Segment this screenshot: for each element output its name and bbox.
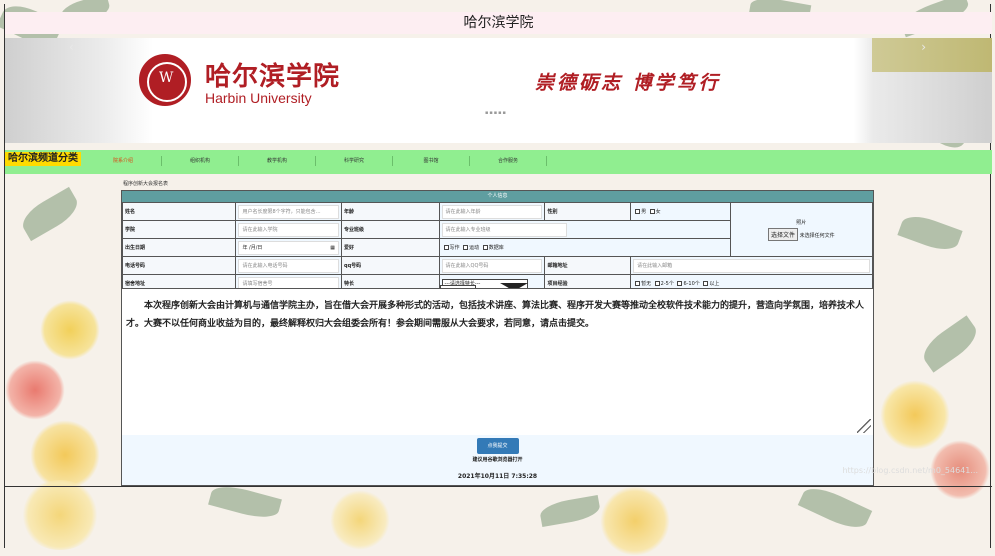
name-label: 姓名	[121, 202, 237, 221]
nav-item-teaching[interactable]: 教学机构	[239, 156, 316, 166]
age-input[interactable]: 请在此输入年龄	[441, 204, 543, 219]
watermark: https://blog.csdn.net/m0_54641...	[842, 466, 978, 475]
name-input[interactable]: 用户名长度限8个字符，只能包含…	[238, 204, 339, 219]
major-input[interactable]: 请在此输入专业班级	[441, 222, 567, 237]
submit-button[interactable]: 点我提交	[476, 438, 519, 454]
project-6-10-radio[interactable]	[677, 281, 683, 286]
logo-chinese: 哈尔滨学院	[205, 62, 341, 92]
banner-carousel: ‹ › W 哈尔滨学院 Harbin University 崇德砺志 博学笃行 …	[5, 38, 992, 143]
carousel-next-icon[interactable]: ›	[921, 40, 926, 54]
birth-date-input[interactable]: 年 /月/日 ▦	[238, 240, 339, 255]
gender-female-label: 女	[655, 209, 661, 215]
project-more-radio[interactable]	[703, 281, 709, 286]
form-table: 姓名 用户名长度限8个字符，只能包含… 年龄 请在此输入年龄 性别 男 女 照片…	[121, 202, 874, 293]
current-time: 2021年10月11日 7:35:28	[457, 473, 538, 480]
project-none-label: 暂无	[641, 281, 652, 287]
gender-male-label: 男	[641, 209, 647, 215]
browser-notice: 建议用谷歌浏览器打开	[472, 457, 523, 463]
gender-female-checkbox[interactable]	[649, 209, 655, 214]
project-more-label: 以上	[709, 281, 720, 287]
major-label: 专业班级	[340, 220, 440, 239]
logo-english: Harbin University	[205, 90, 312, 106]
gender-options: 男 女	[630, 202, 731, 221]
hobby-sports-checkbox[interactable]	[463, 245, 469, 250]
university-seal-icon: W	[139, 54, 191, 106]
carousel-prev-icon[interactable]: ‹	[69, 40, 74, 54]
calendar-icon[interactable]: ▦	[330, 242, 335, 254]
photo-label: 照片	[796, 219, 807, 226]
banner-side-block	[872, 38, 992, 72]
resize-handle-icon[interactable]	[857, 419, 871, 433]
university-motto: 崇德砺志 博学笃行	[535, 72, 721, 94]
breadcrumb: 程序创新大会报名表	[123, 181, 169, 187]
nav-item-organization[interactable]: 组织机构	[162, 156, 239, 166]
hobby-database-label: 数据库	[488, 245, 504, 251]
form-heading: 个人信息	[122, 191, 873, 202]
hobby-options: 写作 运动 数据库	[438, 238, 731, 257]
college-label: 学院	[121, 220, 237, 239]
qq-label: qq号码	[340, 256, 440, 275]
nav-item-library[interactable]: 图书馆	[393, 156, 470, 166]
age-label: 年龄	[340, 202, 440, 221]
registration-form: 个人信息 姓名 用户名长度限8个字符，只能包含… 年龄 请在此输入年龄 性别 男…	[121, 190, 874, 486]
footer-divider	[5, 486, 992, 487]
hobby-writing-checkbox[interactable]	[443, 245, 449, 250]
file-status: 未选择任何文件	[799, 232, 835, 239]
gender-label: 性别	[544, 202, 632, 221]
project-2-5-radio[interactable]	[654, 281, 660, 286]
project-6-10-label: 6-10个	[683, 281, 700, 287]
phone-input[interactable]: 请在此输入电话号码	[238, 258, 339, 273]
birth-label: 出生日期	[121, 238, 237, 257]
main-nav: 哈尔滨频道分类 院系介绍 组织机构 教学机构 科学研究 图书馆 合作服务	[5, 150, 992, 174]
page-title: 哈尔滨学院	[5, 12, 992, 34]
gender-male-checkbox[interactable]	[635, 209, 641, 214]
choose-file-button[interactable]: 选择文件	[768, 227, 799, 241]
project-none-radio[interactable]	[635, 281, 641, 286]
hobby-database-checkbox[interactable]	[482, 245, 488, 250]
college-input[interactable]: 请在此输入学院	[238, 222, 339, 237]
email-label: 邮箱地址	[544, 256, 632, 275]
hobby-writing-label: 写作	[449, 245, 460, 251]
nav-item-departments[interactable]: 院系介绍	[85, 156, 162, 166]
page-frame: 哈尔滨学院 ‹ › W 哈尔滨学院 Harbin University 崇德砺志…	[4, 4, 992, 548]
nav-item-cooperation[interactable]: 合作服务	[470, 156, 547, 166]
carousel-indicators[interactable]: ▪▪▪▪▪	[485, 110, 507, 116]
nav-item-research[interactable]: 科学研究	[316, 156, 393, 166]
description-textarea[interactable]: 本次程序创新大会由计算机与通信学院主办，旨在借大会开展多种形式的活动，包括技术讲…	[122, 288, 873, 435]
nav-brand: 哈尔滨频道分类	[5, 152, 81, 166]
submit-area: 点我提交 建议用谷歌浏览器打开 2021年10月11日 7:35:28	[122, 435, 873, 485]
hobby-label: 爱好	[340, 238, 440, 257]
email-input[interactable]: 请在此输入邮箱	[633, 258, 870, 273]
hobby-sports-label: 运动	[469, 245, 480, 251]
qq-input[interactable]: 请在此输入QQ号码	[441, 258, 543, 273]
phone-label: 电话号码	[121, 256, 237, 275]
photo-cell: 照片 选择文件 未选择任何文件	[729, 202, 874, 257]
project-2-5-label: 2-5个	[660, 281, 674, 287]
description-text: 本次程序创新大会由计算机与通信学院主办，旨在借大会开展多种形式的活动，包括技术讲…	[126, 301, 865, 329]
